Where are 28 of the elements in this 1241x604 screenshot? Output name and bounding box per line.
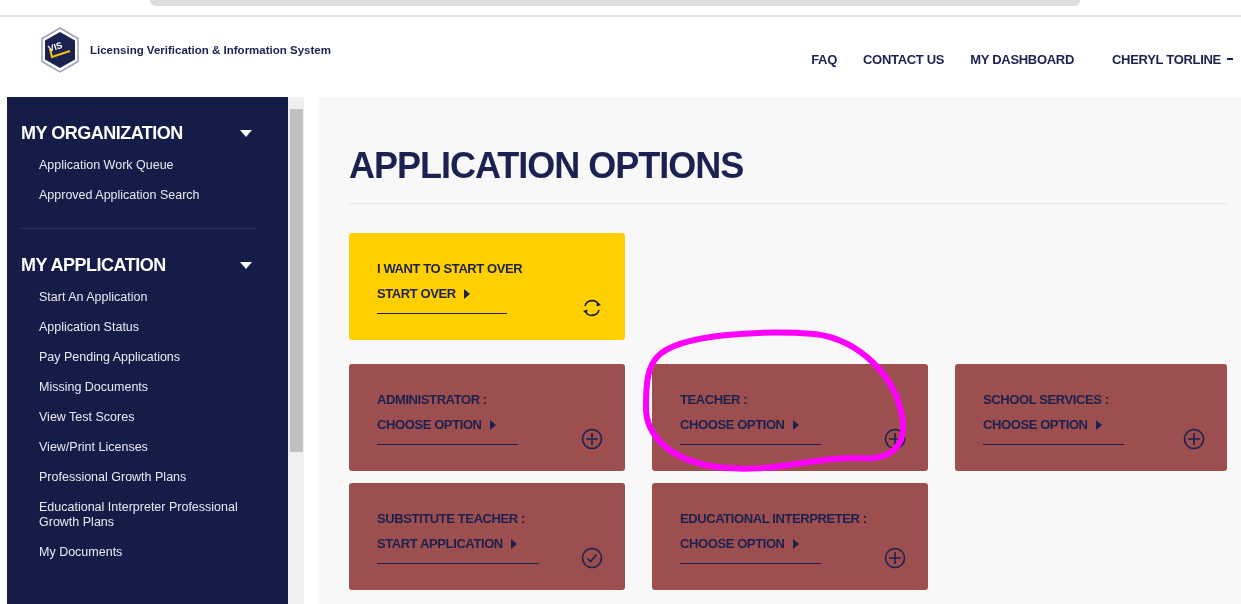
sidebar-link[interactable]: Pay Pending Applications — [21, 350, 275, 365]
user-menu[interactable]: CHERYL TORLINE — [1112, 51, 1221, 67]
nav-link[interactable]: FAQ — [811, 51, 837, 67]
section-title: MY APPLICATION — [21, 255, 166, 276]
sidebar-link[interactable]: Start An Application — [21, 290, 275, 305]
logo-text: VIS — [46, 40, 64, 54]
nav-link[interactable]: CONTACT US — [863, 51, 945, 67]
sidebar-link[interactable]: Application Work Queue — [21, 158, 275, 173]
card-title: EDUCATIONAL INTERPRETER : — [680, 511, 868, 526]
sidebar-link[interactable]: View/Print Licenses — [21, 440, 275, 455]
card-title: TEACHER : — [680, 392, 749, 407]
sidebar-link[interactable]: Educational Interpreter Professional Growth Plans — [21, 500, 275, 530]
site-name: Licensing Verification & Information System — [90, 44, 331, 56]
sidebar-link[interactable]: Approved Application Search — [21, 188, 275, 203]
nav-link[interactable]: MY DASHBOARD — [970, 51, 1075, 67]
card-title: SUBSTITUTE TEACHER : — [377, 511, 526, 526]
sidebar-link[interactable]: Professional Growth Plans — [21, 470, 275, 485]
card-title: I WANT TO START OVER — [377, 261, 524, 276]
card-title: ADMINISTRATOR : — [377, 392, 488, 407]
card-title: SCHOOL SERVICES : — [983, 392, 1110, 407]
page-title: APPLICATION OPTIONS — [349, 145, 1227, 204]
card-link[interactable]: START OVER — [377, 286, 507, 314]
sidebar-link[interactable]: My Documents — [21, 545, 275, 560]
sidebar-link[interactable]: Application Status — [21, 320, 275, 335]
sidebar-link[interactable]: Missing Documents — [21, 380, 275, 395]
section-title: MY ORGANIZATION — [21, 123, 183, 144]
start-over-card[interactable]: I WANT TO START OVER START OVER — [349, 233, 625, 340]
sidebar-link[interactable]: View Test Scores — [21, 410, 275, 425]
